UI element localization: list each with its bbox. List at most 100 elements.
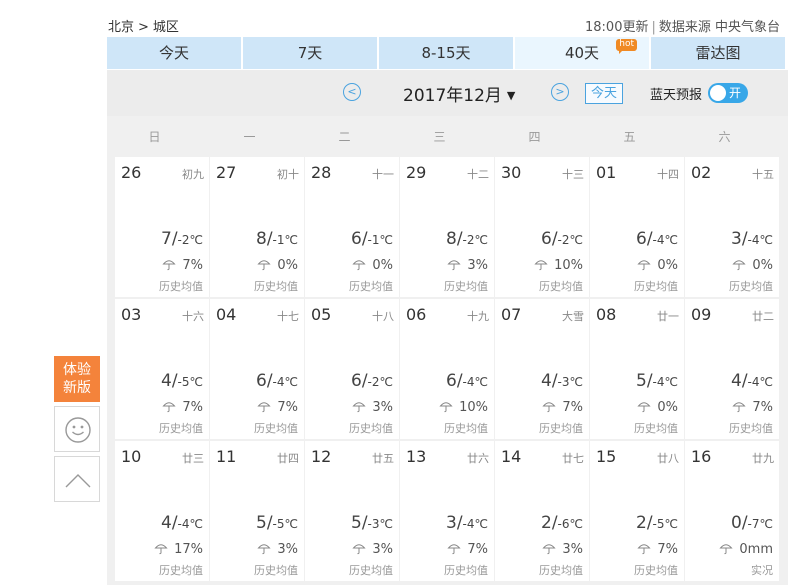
temperature: 4/-4℃ [730, 371, 773, 391]
temp-high: 2 [635, 513, 647, 533]
umbrella-icon [542, 402, 556, 413]
data-note: 历史均值 [254, 422, 298, 435]
weekday-label: 三 [433, 130, 446, 144]
day-cell[interactable]: 26 初九 7/-2℃ 7% 历史均值 [115, 157, 209, 297]
temp-low: -3℃ [367, 517, 393, 531]
day-cell[interactable]: 16 廿九 0/-7℃ 0mm 实况 [685, 441, 779, 581]
smiley-icon [65, 417, 91, 443]
day-cell[interactable]: 05 十八 6/-2℃ 3% 历史均值 [305, 299, 399, 439]
temp-high: 5 [255, 513, 267, 533]
data-note: 历史均值 [254, 564, 298, 577]
precip-value: 3% [277, 542, 298, 557]
temperature: 6/-4℃ [255, 371, 298, 391]
temp-low: -4℃ [652, 233, 678, 247]
day-number: 02 [691, 163, 712, 182]
tab-2[interactable]: 8-15天 [379, 37, 513, 69]
day-cell[interactable]: 13 廿六 3/-4℃ 7% 历史均值 [400, 441, 494, 581]
month-bar: < 2017年12月 ▼ > 今天 蓝天预报 开 [107, 70, 788, 116]
tab-3[interactable]: 40天 hot [515, 37, 649, 69]
feedback-button[interactable] [54, 406, 100, 452]
calendar-panel: < 2017年12月 ▼ > 今天 蓝天预报 开 日一二三四五六 26 初九 7/-2… [107, 70, 788, 585]
prev-month-button[interactable]: < [343, 83, 361, 101]
data-note: 历史均值 [444, 564, 488, 577]
weekday-label: 六 [718, 130, 731, 144]
data-note: 历史均值 [634, 564, 678, 577]
temperature: 3/-4℃ [445, 513, 488, 533]
precipitation: 10% [439, 399, 488, 415]
day-cell[interactable]: 27 初十 8/-1℃ 0% 历史均值 [210, 157, 304, 297]
day-cell[interactable]: 10 廿三 4/-4℃ 17% 历史均值 [115, 441, 209, 581]
day-number: 08 [596, 305, 617, 324]
tab-1[interactable]: 7天 [243, 37, 377, 69]
lunar-date: 十七 [277, 310, 299, 323]
temp-high: 4 [160, 371, 172, 391]
data-note: 历史均值 [349, 280, 393, 293]
day-cell[interactable]: 14 廿七 2/-6℃ 3% 历史均值 [495, 441, 589, 581]
weekday-label: 四 [528, 130, 541, 144]
day-cell[interactable]: 07 大雪 4/-3℃ 7% 历史均值 [495, 299, 589, 439]
temp-high: 6 [255, 371, 267, 391]
weekday-header: 日一二三四五六 [107, 120, 788, 154]
temperature: 8/-1℃ [255, 229, 298, 249]
temp-low: -3℃ [557, 375, 583, 389]
temp-high: 0 [730, 513, 742, 533]
bluesky-toggle[interactable]: 开 [708, 83, 748, 103]
day-cell[interactable]: 15 廿八 2/-5℃ 7% 历史均值 [590, 441, 684, 581]
day-number: 29 [406, 163, 427, 182]
breadcrumb-city[interactable]: 北京 [108, 20, 134, 35]
day-cell[interactable]: 09 廿二 4/-4℃ 7% 历史均值 [685, 299, 779, 439]
temp-low: -2℃ [177, 233, 203, 247]
precipitation: 3% [352, 399, 393, 415]
back-to-top-button[interactable] [54, 456, 100, 502]
day-cell[interactable]: 04 十七 6/-4℃ 7% 历史均值 [210, 299, 304, 439]
precip-value: 10% [459, 400, 488, 415]
temp-low: -4℃ [177, 517, 203, 531]
precipitation: 3% [447, 257, 488, 273]
temperature: 6/-4℃ [635, 229, 678, 249]
umbrella-icon [257, 402, 271, 413]
day-cell[interactable]: 12 廿五 5/-3℃ 3% 历史均值 [305, 441, 399, 581]
day-cell[interactable]: 01 十四 6/-4℃ 0% 历史均值 [590, 157, 684, 297]
temp-low: -4℃ [462, 375, 488, 389]
day-cell[interactable]: 02 十五 3/-4℃ 0% 历史均值 [685, 157, 779, 297]
umbrella-icon [447, 260, 461, 271]
umbrella-icon [637, 260, 651, 271]
temp-high: 7 [160, 229, 172, 249]
lunar-date: 十一 [372, 168, 394, 181]
day-number: 14 [501, 447, 522, 466]
day-cell[interactable]: 28 十一 6/-1℃ 0% 历史均值 [305, 157, 399, 297]
day-cell[interactable]: 03 十六 4/-5℃ 7% 历史均值 [115, 299, 209, 439]
temp-high: 6 [540, 229, 552, 249]
tab-0[interactable]: 今天 [107, 37, 241, 69]
precipitation: 7% [637, 541, 678, 557]
today-button[interactable]: 今天 [585, 83, 623, 104]
day-cell[interactable]: 29 十二 8/-2℃ 3% 历史均值 [400, 157, 494, 297]
temperature: 7/-2℃ [160, 229, 203, 249]
lunar-date: 廿六 [467, 452, 489, 465]
umbrella-icon [257, 544, 271, 555]
data-note: 历史均值 [634, 280, 678, 293]
day-cell[interactable]: 30 十三 6/-2℃ 10% 历史均值 [495, 157, 589, 297]
side-toolbar: 体验新版 [54, 356, 100, 502]
try-new-version-button[interactable]: 体验新版 [54, 356, 100, 402]
lunar-date: 十三 [562, 168, 584, 181]
umbrella-icon [447, 544, 461, 555]
precipitation: 7% [162, 399, 203, 415]
next-month-button[interactable]: > [551, 83, 569, 101]
lunar-date: 十八 [372, 310, 394, 323]
toggle-knob [710, 85, 726, 101]
breadcrumb-district[interactable]: 城区 [153, 20, 179, 35]
lunar-date: 初十 [277, 168, 299, 181]
lunar-date: 廿九 [752, 452, 774, 465]
temperature: 2/-5℃ [635, 513, 678, 533]
day-cell[interactable]: 06 十九 6/-4℃ 10% 历史均值 [400, 299, 494, 439]
tab-4[interactable]: 雷达图 [651, 37, 785, 69]
day-cell[interactable]: 11 廿四 5/-5℃ 3% 历史均值 [210, 441, 304, 581]
hot-badge: hot [616, 39, 637, 54]
precip-value: 7% [562, 400, 583, 415]
month-selector[interactable]: 2017年12月 ▼ [403, 81, 515, 106]
day-number: 10 [121, 447, 142, 466]
data-note: 历史均值 [539, 422, 583, 435]
day-cell[interactable]: 08 廿一 5/-4℃ 0% 历史均值 [590, 299, 684, 439]
data-note: 历史均值 [254, 280, 298, 293]
